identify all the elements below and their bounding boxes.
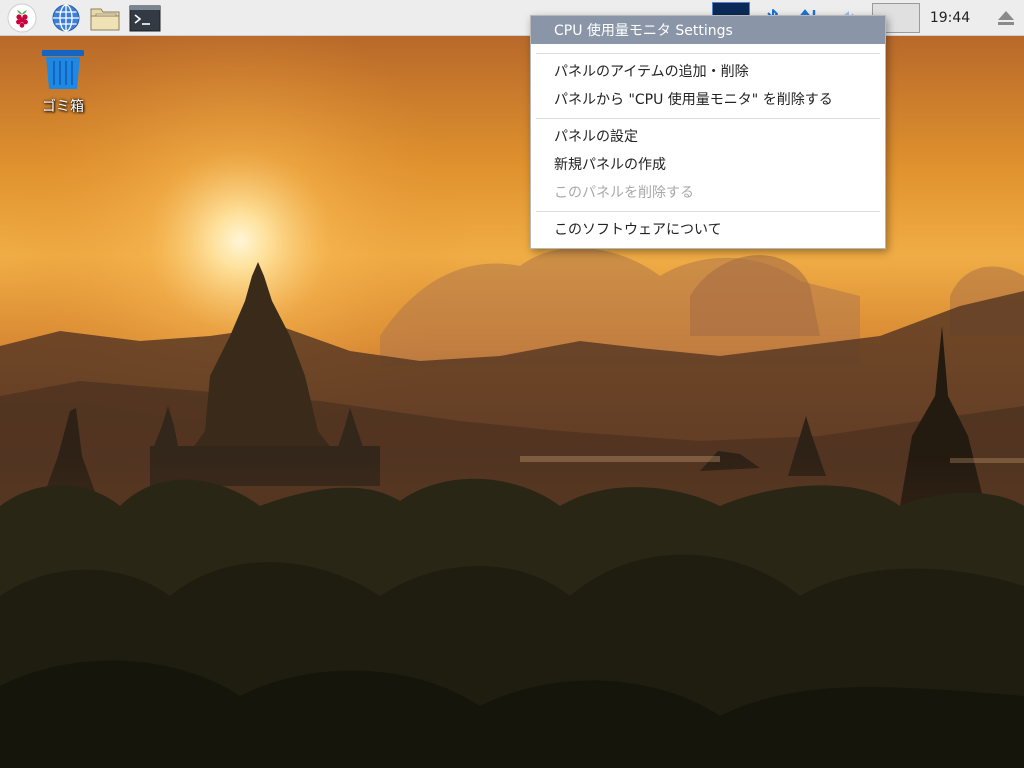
panel-context-menu: CPU 使用量モニタ Settings パネルのアイテムの追加・削除 パネルから…: [530, 15, 886, 249]
menu-item-delete-this-panel: このパネルを削除する: [554, 185, 694, 201]
trash-icon: [42, 50, 84, 89]
eject-button[interactable]: [994, 6, 1018, 30]
raspberry-menu-button[interactable]: [6, 2, 38, 34]
menu-item-about[interactable]: このソフトウェアについて: [531, 216, 885, 244]
menu-separator: [536, 118, 880, 119]
desktop[interactable]: V9 19:44: [0, 0, 1024, 768]
file-manager-icon: [90, 8, 120, 31]
menu-item-panel-settings[interactable]: パネルの設定: [531, 123, 885, 151]
web-browser-button[interactable]: [50, 2, 82, 34]
clock[interactable]: 19:44: [924, 0, 976, 36]
trash-label: ゴミ箱: [42, 99, 84, 115]
menu-item-create-new-panel[interactable]: 新規パネルの作成: [531, 151, 885, 179]
menu-item-remove-cpu-monitor[interactable]: パネルから "CPU 使用量モニタ" を削除する: [531, 86, 885, 114]
menu-item-add-remove-panel-items[interactable]: パネルのアイテムの追加・削除: [531, 58, 885, 86]
raspberry-menu-icon: [7, 3, 37, 33]
eject-icon: [998, 11, 1014, 25]
menu-separator: [536, 211, 880, 212]
trash-desktop-icon[interactable]: ゴミ箱: [30, 48, 96, 116]
menu-separator: [536, 53, 880, 54]
terminal-icon: [129, 5, 161, 32]
file-manager-button[interactable]: [89, 2, 121, 34]
terminal-button[interactable]: [129, 2, 161, 34]
web-browser-icon: [52, 4, 80, 32]
menu-item-cpu-monitor-settings[interactable]: CPU 使用量モニタ Settings: [531, 16, 885, 44]
